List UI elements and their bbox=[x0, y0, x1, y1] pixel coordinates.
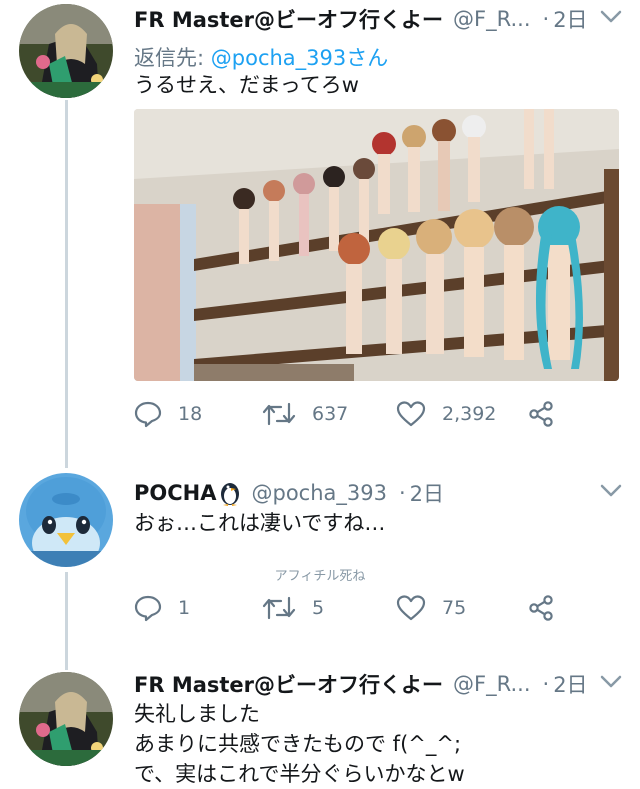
author-name[interactable]: FR Master@ビーオフ行くよー bbox=[134, 4, 443, 34]
tweet-text-line: で、実はこれで半分ぐらいかなとw bbox=[134, 762, 465, 786]
reply-icon bbox=[134, 595, 162, 622]
like-button[interactable]: 2,392 bbox=[396, 400, 496, 428]
tweet-text-line: あまりに共感できたもので f(^_^; bbox=[134, 732, 462, 756]
chevron-down-icon[interactable] bbox=[600, 675, 622, 689]
overlay-caption: アフィチル死ね bbox=[274, 569, 366, 584]
time-separator: · bbox=[542, 672, 550, 696]
time-separator: · bbox=[542, 7, 550, 31]
retweet-count: 5 bbox=[312, 597, 325, 619]
reply-count: 18 bbox=[178, 403, 203, 425]
tweet-text: 失礼しました あまりに共感できたもので f(^_^; で、実はこれで半分ぐらいか… bbox=[134, 699, 465, 789]
tweet-text: うるせえ、だまってろw bbox=[134, 70, 359, 100]
like-count: 75 bbox=[442, 597, 467, 619]
retweet-icon bbox=[262, 402, 296, 426]
retweet-count: 637 bbox=[312, 403, 349, 425]
avatar[interactable] bbox=[19, 4, 113, 98]
thread-line bbox=[65, 100, 68, 468]
share-icon bbox=[529, 401, 553, 427]
author-name[interactable]: POCHA bbox=[134, 481, 216, 505]
thread-line bbox=[65, 572, 68, 670]
reply-button[interactable]: 18 bbox=[134, 400, 202, 428]
retweet-button[interactable]: 637 bbox=[262, 400, 348, 428]
chevron-down-icon[interactable] bbox=[600, 10, 622, 24]
author-handle[interactable]: @F_R... bbox=[453, 672, 530, 696]
author-handle[interactable]: @F_R... bbox=[453, 7, 530, 31]
retweet-button[interactable]: 5 bbox=[262, 594, 324, 622]
retweet-icon bbox=[262, 596, 296, 620]
penguin-emoji-icon bbox=[221, 483, 240, 506]
like-icon bbox=[396, 401, 426, 427]
tweet-actions: 18 637 2,392 bbox=[134, 400, 574, 436]
tweet-actions: 1 5 75 bbox=[134, 594, 574, 630]
time-separator: · bbox=[398, 481, 406, 505]
author-handle[interactable]: @pocha_393 bbox=[251, 481, 387, 505]
share-button[interactable] bbox=[527, 594, 555, 622]
tweet-text-line: うるせえ、だまってろw bbox=[134, 73, 359, 97]
reply-label: 返信先: bbox=[134, 46, 205, 70]
like-count: 2,392 bbox=[442, 403, 497, 425]
timestamp[interactable]: 2日 bbox=[553, 4, 587, 34]
tweet-text-line: おぉ…これは凄いですね… bbox=[134, 511, 386, 535]
reply-context: 返信先: @pocha_393さん bbox=[134, 42, 388, 72]
avatar[interactable] bbox=[19, 672, 113, 766]
reply-icon bbox=[134, 401, 162, 428]
like-icon bbox=[396, 595, 426, 621]
reply-count: 1 bbox=[178, 597, 191, 619]
tweet-photo[interactable] bbox=[134, 109, 619, 381]
tweet-text: おぉ…これは凄いですね… bbox=[134, 508, 385, 538]
reply-button[interactable]: 1 bbox=[134, 594, 190, 622]
chevron-down-icon[interactable] bbox=[600, 484, 622, 498]
timestamp[interactable]: 2日 bbox=[410, 478, 444, 508]
share-button[interactable] bbox=[527, 400, 555, 428]
like-button[interactable]: 75 bbox=[396, 594, 466, 622]
share-icon bbox=[529, 595, 553, 621]
author-name[interactable]: FR Master@ビーオフ行くよー bbox=[134, 669, 443, 699]
reply-mention-link[interactable]: @pocha_393さん bbox=[211, 46, 389, 70]
timestamp[interactable]: 2日 bbox=[553, 669, 587, 699]
tweet-text-line: 失礼しました bbox=[134, 702, 260, 726]
avatar[interactable] bbox=[19, 473, 113, 567]
